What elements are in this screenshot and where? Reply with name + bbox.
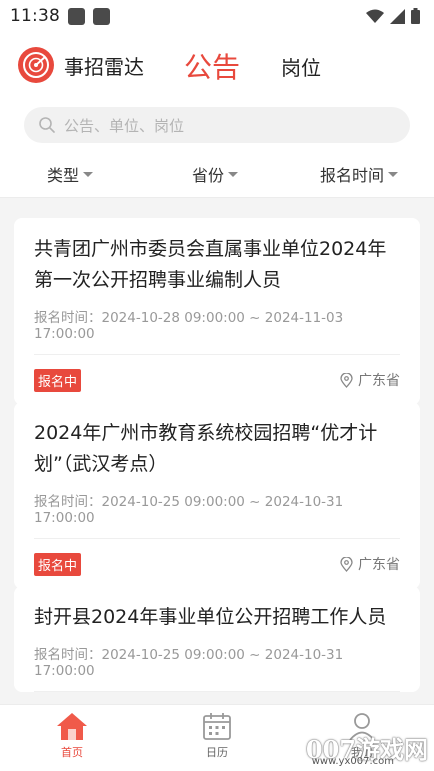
notice-title: 封开县2024年事业单位公开招聘工作人员	[34, 606, 387, 628]
filter-signup-time-label: 报名时间	[320, 166, 385, 185]
site-watermark-url: www.yx007.com	[311, 756, 394, 767]
tab-positions[interactable]: 岗位	[281, 52, 321, 81]
caret-down-icon	[228, 171, 239, 177]
caret-down-icon	[83, 171, 94, 177]
location-label: 广东省	[358, 373, 400, 389]
filter-province[interactable]: 省份	[192, 162, 239, 186]
signup-time-label: 报名时间：	[34, 310, 102, 326]
status-time: 11:38	[10, 6, 60, 26]
notification-icon	[68, 7, 85, 25]
filter-signup-time[interactable]: 报名时间	[320, 162, 399, 186]
notice-card[interactable]: 2024年广州市教育系统校园招聘“优才计划”（武汉考点） 报名时间：2024-1…	[14, 402, 420, 589]
search-section: 公告、单位、岗位	[0, 102, 434, 150]
brand-name: 事招雷达	[64, 55, 144, 79]
home-icon	[57, 713, 87, 740]
filter-type[interactable]: 类型	[47, 162, 94, 186]
app-header: 事招雷达 公告 岗位	[0, 32, 434, 102]
search-input[interactable]: 公告、单位、岗位	[24, 107, 410, 143]
search-placeholder: 公告、单位、岗位	[64, 116, 185, 135]
location: 广东省	[340, 554, 400, 574]
wifi-icon	[366, 9, 384, 23]
card-footer: 报名中 广东省	[34, 355, 400, 405]
nav-calendar-label: 日历	[206, 746, 228, 759]
notification-icon	[93, 7, 110, 25]
location-label: 广东省	[358, 557, 400, 573]
notice-title: 共青团广州市委员会直属事业单位2024年第一次公开招聘事业编制人员	[34, 238, 387, 291]
nav-calendar[interactable]: 日历	[187, 711, 247, 760]
calendar-icon	[203, 713, 231, 740]
status-badge: 报名中	[34, 553, 82, 576]
notice-card[interactable]: 封开县2024年事业单位公开招聘工作人员 报名时间：2024-10-25 09:…	[14, 586, 420, 692]
notice-list: 共青团广州市委员会直属事业单位2024年第一次公开招聘事业编制人员 报名时间：2…	[0, 198, 434, 704]
filter-bar: 类型 省份 报名时间	[0, 150, 434, 198]
battery-icon	[411, 8, 420, 24]
status-bar: 11:38	[0, 0, 434, 32]
signup-time: 报名时间：2024-10-28 09:00:00 ~ 2024-11-03 17…	[34, 306, 400, 355]
app-logo	[18, 47, 54, 83]
filter-province-label: 省份	[192, 166, 225, 185]
notice-card[interactable]: 共青团广州市委员会直属事业单位2024年第一次公开招聘事业编制人员 报名时间：2…	[14, 218, 420, 405]
signal-icon	[390, 8, 405, 24]
location-pin-icon	[340, 372, 353, 388]
tab-notices[interactable]: 公告	[184, 46, 240, 86]
location: 广东省	[340, 370, 400, 390]
signup-time: 报名时间：2024-10-25 09:00:00 ~ 2024-10-31 17…	[34, 643, 400, 692]
card-footer: 报名中 广东省	[34, 539, 400, 589]
status-badge: 报名中	[34, 369, 82, 392]
search-icon	[39, 117, 55, 133]
filter-type-label: 类型	[47, 166, 80, 185]
nav-home[interactable]: 首页	[42, 711, 102, 760]
signup-time: 报名时间：2024-10-25 09:00:00 ~ 2024-10-31 17…	[34, 490, 400, 539]
notice-title: 2024年广州市教育系统校园招聘“优才计划”（武汉考点）	[34, 422, 378, 475]
signup-time-label: 报名时间：	[34, 647, 102, 663]
nav-home-label: 首页	[61, 746, 83, 759]
signup-time-label: 报名时间：	[34, 494, 102, 510]
location-pin-icon	[340, 556, 353, 572]
radar-logo-icon	[23, 52, 49, 78]
caret-down-icon	[388, 171, 399, 177]
